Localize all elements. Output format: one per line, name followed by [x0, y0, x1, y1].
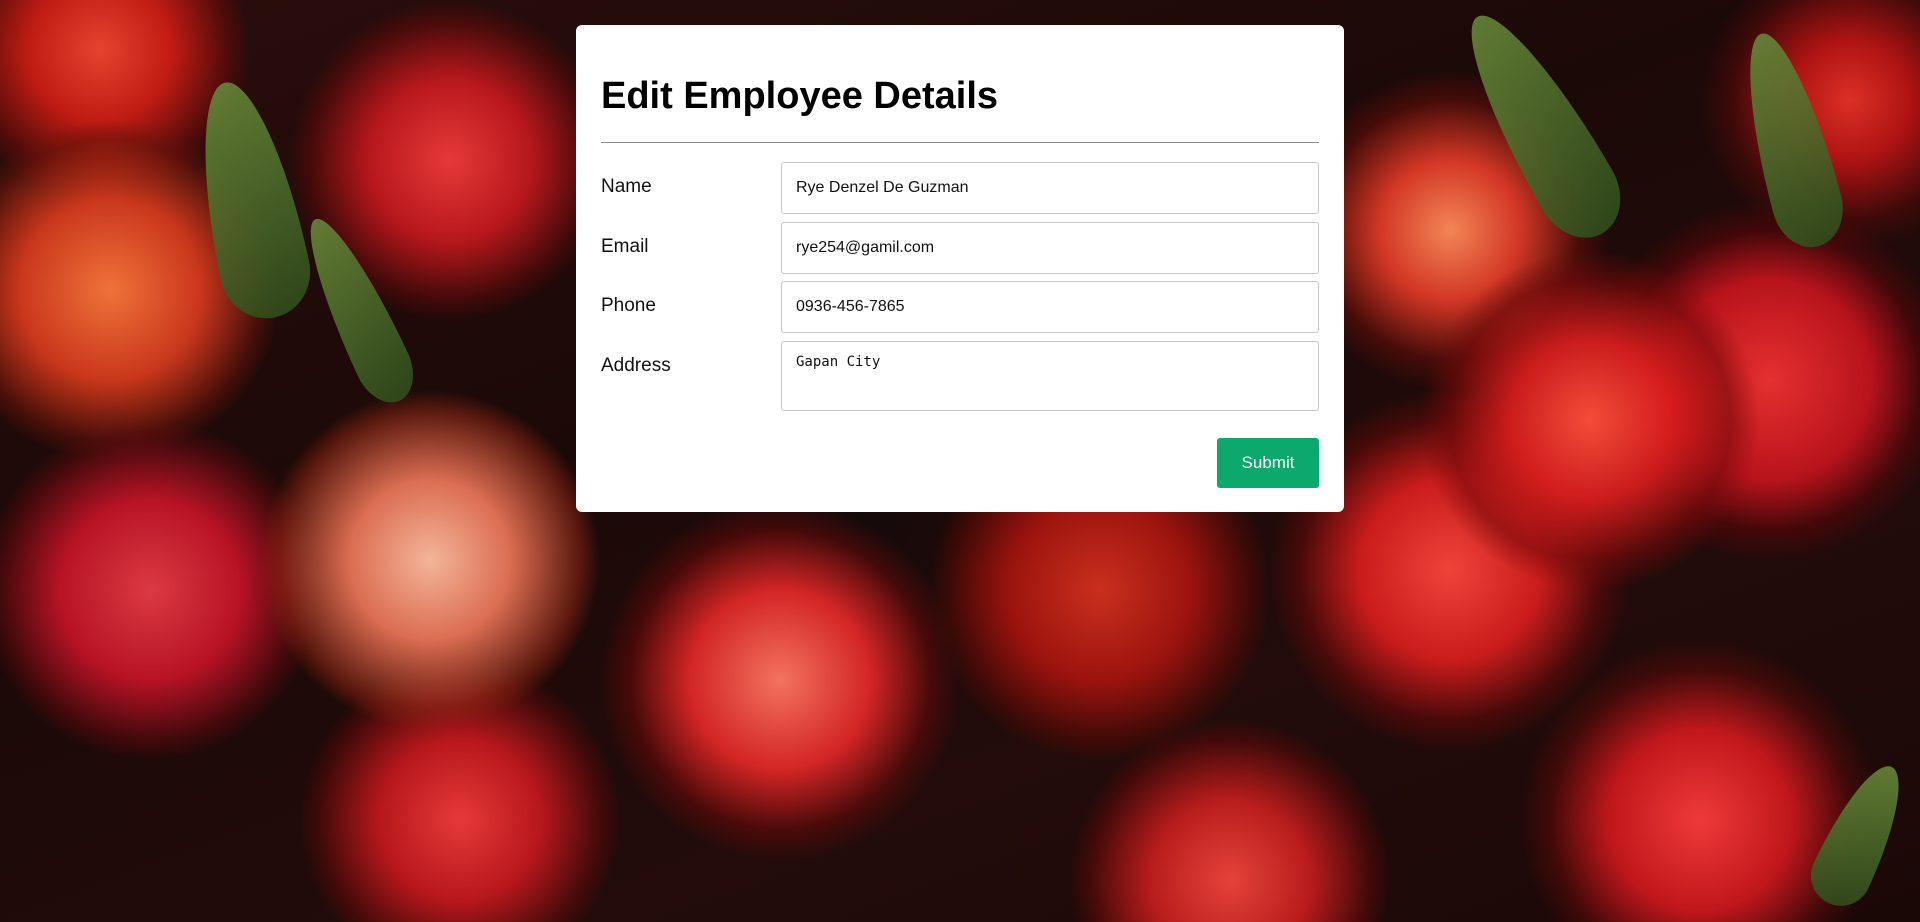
- name-row: Name: [601, 162, 1319, 214]
- phone-label: Phone: [601, 295, 656, 316]
- submit-button[interactable]: Submit: [1217, 438, 1319, 488]
- title-divider: [601, 142, 1319, 143]
- address-row: Address Gapan City: [601, 341, 1319, 411]
- address-textarea[interactable]: Gapan City: [781, 341, 1319, 411]
- name-input[interactable]: [781, 162, 1319, 214]
- edit-employee-card: Edit Employee Details Name Email Phone A…: [576, 25, 1344, 512]
- page-title: Edit Employee Details: [601, 75, 999, 117]
- email-row: Email: [601, 222, 1319, 274]
- name-label: Name: [601, 176, 652, 197]
- phone-row: Phone: [601, 281, 1319, 333]
- email-label: Email: [601, 236, 649, 257]
- email-input[interactable]: [781, 222, 1319, 274]
- address-label: Address: [601, 355, 671, 376]
- phone-input[interactable]: [781, 281, 1319, 333]
